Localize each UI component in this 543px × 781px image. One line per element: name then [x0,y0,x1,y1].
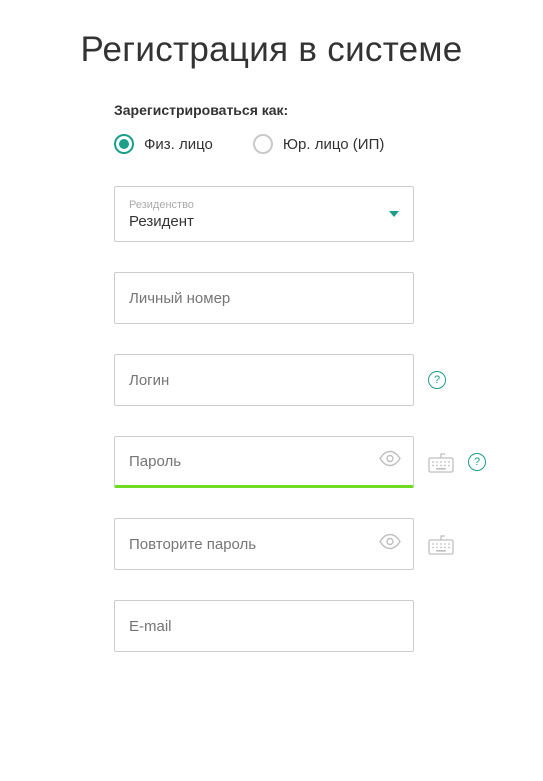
email-input[interactable] [129,618,399,635]
personal-number-field[interactable] [114,272,414,324]
password-input[interactable] [129,453,369,470]
show-password-icon[interactable] [379,451,401,472]
page-title: Регистрация в системе [28,30,515,70]
account-type-radio-group: Физ. лицо Юр. лицо (ИП) [114,134,515,154]
radio-legal[interactable]: Юр. лицо (ИП) [253,134,384,154]
radio-selected-icon [114,134,134,154]
virtual-keyboard-icon[interactable] [428,451,454,473]
show-password-repeat-icon[interactable] [379,534,401,555]
register-as-label: Зарегистрироваться как: [114,102,515,118]
password-help-icon[interactable]: ? [468,453,486,471]
residency-floating-label: Резиденство [129,199,373,211]
email-field[interactable] [114,600,414,652]
residency-value: Резидент [129,213,373,230]
residency-select[interactable]: Резиденство Резидент [114,186,414,242]
password-field[interactable] [114,436,414,488]
login-help-icon[interactable]: ? [428,371,446,389]
chevron-down-icon [389,211,399,217]
personal-number-input[interactable] [129,290,399,307]
password-repeat-input[interactable] [129,536,369,553]
radio-individual[interactable]: Физ. лицо [114,134,213,154]
login-input[interactable] [129,372,399,389]
virtual-keyboard-repeat-icon[interactable] [428,533,454,555]
password-repeat-field[interactable] [114,518,414,570]
radio-unselected-icon [253,134,273,154]
radio-legal-label: Юр. лицо (ИП) [283,136,384,153]
radio-individual-label: Физ. лицо [144,136,213,153]
login-field[interactable] [114,354,414,406]
